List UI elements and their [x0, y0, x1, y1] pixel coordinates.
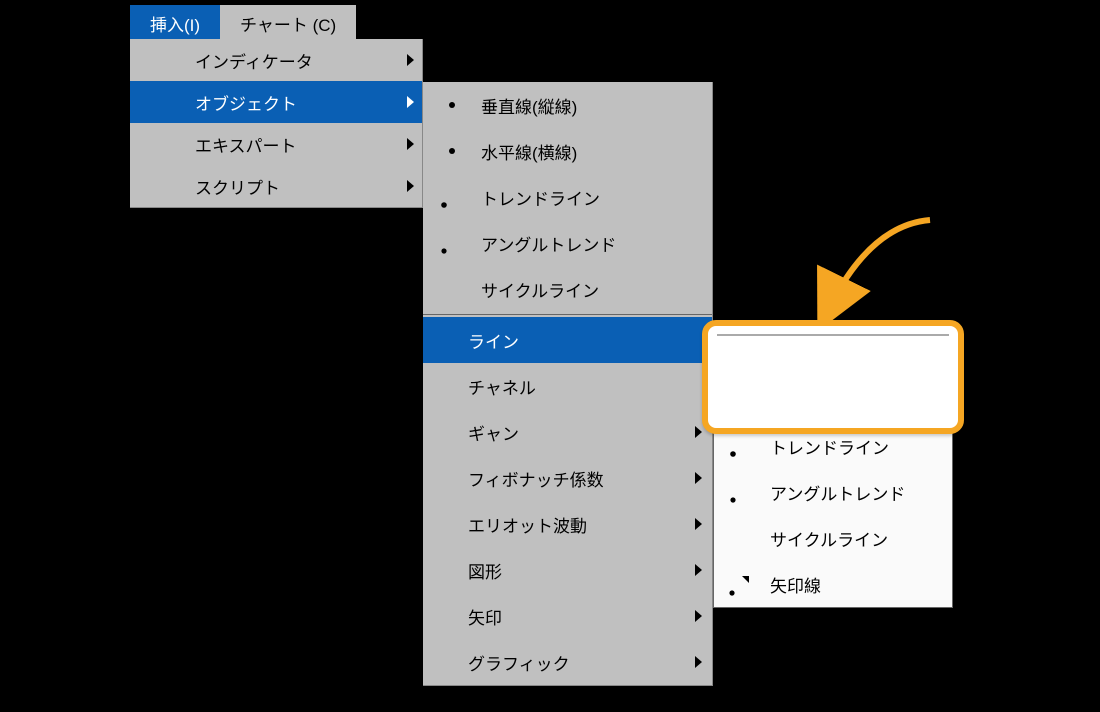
trend-line-icon: [439, 184, 467, 210]
cycle-lines-icon: [439, 276, 467, 302]
menubar-tab-label: チャート (C): [240, 16, 336, 35]
menu-separator: [423, 314, 712, 315]
submenu-arrow-icon: [407, 96, 414, 108]
menu-label: フィボナッチ係数: [468, 466, 604, 491]
submenu-arrow-icon: [695, 426, 702, 438]
menu-label: エキスパート: [195, 132, 297, 157]
menu-label: アングルトレンド: [481, 231, 616, 256]
submenu-arrow-icon: [407, 54, 414, 66]
menu-label: エリオット波動: [468, 512, 587, 537]
menu-label: トレンドライン: [770, 434, 889, 459]
menu-item-arrow[interactable]: 矢印: [423, 593, 712, 639]
submenu-arrow-icon: [695, 564, 702, 576]
menu-item-script[interactable]: スクリプト: [130, 165, 422, 207]
submenu-arrow-icon: [407, 138, 414, 150]
submenu-arrow-icon: [695, 610, 702, 622]
menu-label: 矢印線: [770, 572, 821, 597]
menu-label: トレンドライン: [481, 185, 600, 210]
angle-trend-icon: [439, 230, 467, 256]
menu-label: チャネル: [468, 374, 536, 399]
menu-item-vertical-line[interactable]: 垂直線(縦線): [714, 331, 952, 377]
menu-label: インディケータ: [195, 48, 313, 73]
menu-item-fibonacci[interactable]: フィボナッチ係数: [423, 455, 712, 501]
menu-label: アングルトレンド: [770, 480, 905, 505]
menu-label: ギャン: [468, 420, 519, 445]
trend-line-icon: [728, 433, 756, 459]
menu-label: 垂直線(縦線): [770, 342, 866, 367]
submenu-arrow-icon: [695, 656, 702, 668]
menubar-tab-chart[interactable]: チャート (C): [220, 5, 356, 42]
menu-item-line-category[interactable]: ライン: [423, 317, 712, 363]
submenu-arrow-icon: [695, 472, 702, 484]
menu-item-trend-line[interactable]: トレンドライン: [423, 174, 712, 220]
horizontal-line-icon: [728, 387, 756, 413]
menu-label: オブジェクト: [195, 90, 297, 115]
menu-item-channel[interactable]: チャネル: [423, 363, 712, 409]
submenu-arrow-icon: [695, 518, 702, 530]
menu-label: 垂直線(縦線): [481, 93, 577, 118]
menu-label: グラフィック: [468, 650, 570, 675]
arrow-line-icon: [728, 571, 756, 597]
angle-trend-icon: [728, 479, 756, 505]
line-submenu: 垂直線(縦線) 水平線(横線) トレンドライン アングルトレンド サイクルライン…: [713, 330, 953, 608]
menu-label: 水平線(横線): [770, 388, 866, 413]
menu-item-shape[interactable]: 図形: [423, 547, 712, 593]
menu-item-elliott[interactable]: エリオット波動: [423, 501, 712, 547]
menu-item-angle-trend[interactable]: アングルトレンド: [714, 469, 952, 515]
horizontal-line-icon: [439, 138, 467, 164]
menu-item-trend-line[interactable]: トレンドライン: [714, 423, 952, 469]
insert-menu: インディケータ オブジェクト エキスパート スクリプト: [130, 39, 423, 208]
submenu-arrow-icon: [407, 180, 414, 192]
menu-item-arrow-line[interactable]: 矢印線: [714, 561, 952, 607]
menu-item-cycle-lines[interactable]: サイクルライン: [423, 266, 712, 312]
cycle-lines-icon: [728, 525, 756, 551]
menu-label: 水平線(横線): [481, 139, 577, 164]
menubar-tab-label: 挿入(I): [150, 16, 200, 35]
menu-item-expert[interactable]: エキスパート: [130, 123, 422, 165]
menu-item-object[interactable]: オブジェクト: [130, 81, 422, 123]
menu-label: ライン: [468, 328, 519, 353]
menu-item-graphic[interactable]: グラフィック: [423, 639, 712, 685]
menu-item-gann[interactable]: ギャン: [423, 409, 712, 455]
vertical-line-icon: [439, 92, 467, 118]
menu-label: サイクルライン: [481, 277, 599, 302]
callout-arrow-icon: [810, 215, 940, 325]
menu-item-vertical-line[interactable]: 垂直線(縦線): [423, 82, 712, 128]
object-submenu: 垂直線(縦線) 水平線(横線) トレンドライン アングルトレンド サイクルライン…: [423, 82, 713, 686]
menu-item-horizontal-line[interactable]: 水平線(横線): [714, 377, 952, 423]
menu-label: 図形: [468, 558, 502, 583]
menubar-tab-insert[interactable]: 挿入(I): [130, 5, 220, 42]
menu-item-cycle-lines[interactable]: サイクルライン: [714, 515, 952, 561]
menu-item-angle-trend[interactable]: アングルトレンド: [423, 220, 712, 266]
menu-label: サイクルライン: [770, 526, 888, 551]
menubar: 挿入(I) チャート (C): [130, 5, 356, 43]
menu-label: 矢印: [468, 604, 502, 629]
vertical-line-icon: [728, 341, 756, 367]
menu-item-indicator[interactable]: インディケータ: [130, 39, 422, 81]
menu-label: スクリプト: [195, 174, 280, 199]
menu-item-horizontal-line[interactable]: 水平線(横線): [423, 128, 712, 174]
